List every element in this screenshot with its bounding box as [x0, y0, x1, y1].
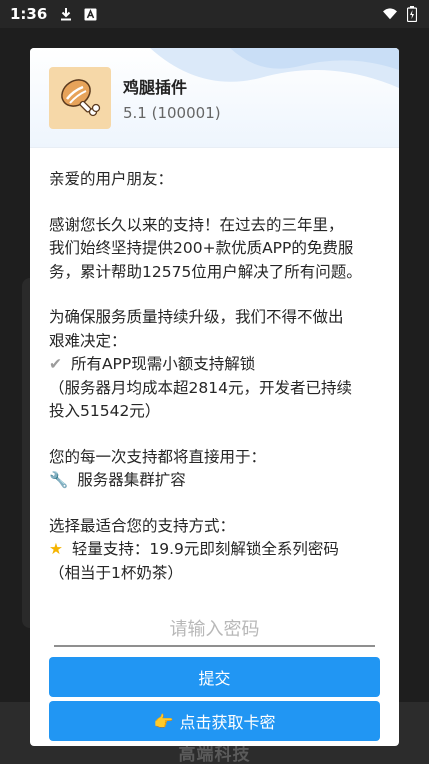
status-time: 1:36 [10, 5, 48, 23]
star-icon: ★ [49, 540, 63, 558]
submit-button-label: 提交 [198, 669, 231, 688]
option-bullet: 轻量支持：19.9元即刻解锁全系列密码 [71, 540, 339, 558]
pointing-hand-icon: 👉 [153, 711, 174, 731]
get-card-key-button[interactable]: 👉 点击获取卡密 [49, 701, 380, 741]
app-icon [49, 66, 111, 129]
greeting-text: 亲爱的用户朋友： [49, 170, 174, 188]
option-line: 选择最适合您的支持方式： [49, 516, 236, 535]
status-bar: 1:36 [0, 0, 429, 28]
app-name: 鸡腿插件 [123, 77, 188, 97]
decision-note-line: （服务器月均成本超2814元，开发者已持续 [49, 378, 352, 397]
dialog-message: 亲爱的用户朋友： 感谢您长久以来的支持！在过去的三年里， 我们始终坚持提供200… [30, 148, 399, 585]
decision-line: 艰难决定： [49, 331, 127, 350]
option-note: （相当于1杯奶茶） [49, 563, 183, 582]
support-dialog: 鸡腿插件 5.1 (100001) 亲爱的用户朋友： 感谢您长久以来的支持！在过… [30, 48, 399, 746]
intro-line: 务，累计帮助12575位用户解决了所有问题。 [49, 262, 362, 281]
decision-bullet: 所有APP现需小额支持解锁 [70, 355, 256, 373]
download-icon [59, 7, 73, 21]
battery-icon [405, 6, 419, 22]
dialog-header: 鸡腿插件 5.1 (100001) [30, 48, 399, 148]
usage-line: 您的每一次支持都将直接用于： [49, 447, 267, 466]
wifi-icon [383, 7, 397, 21]
get-card-key-label: 点击获取卡密 [179, 713, 276, 732]
wrench-icon: 🔧 [49, 471, 69, 489]
password-field-wrapper [54, 613, 375, 647]
decision-note-line: 投入51542元） [49, 402, 161, 420]
check-icon: ✔ [49, 355, 62, 373]
intro-line: 感谢您长久以来的支持！在过去的三年里， [49, 215, 344, 234]
submit-button[interactable]: 提交 [49, 657, 380, 697]
text-a-icon [83, 7, 97, 21]
usage-bullet: 服务器集群扩容 [77, 471, 186, 489]
decision-line: 为确保服务质量持续升级，我们不得不做出 [49, 308, 344, 326]
intro-line: 我们始终坚持提供200+款优质APP的免费服 [49, 239, 354, 257]
chicken-leg-icon [61, 78, 101, 116]
password-input[interactable] [54, 613, 375, 645]
app-version: 5.1 (100001) [123, 103, 221, 122]
